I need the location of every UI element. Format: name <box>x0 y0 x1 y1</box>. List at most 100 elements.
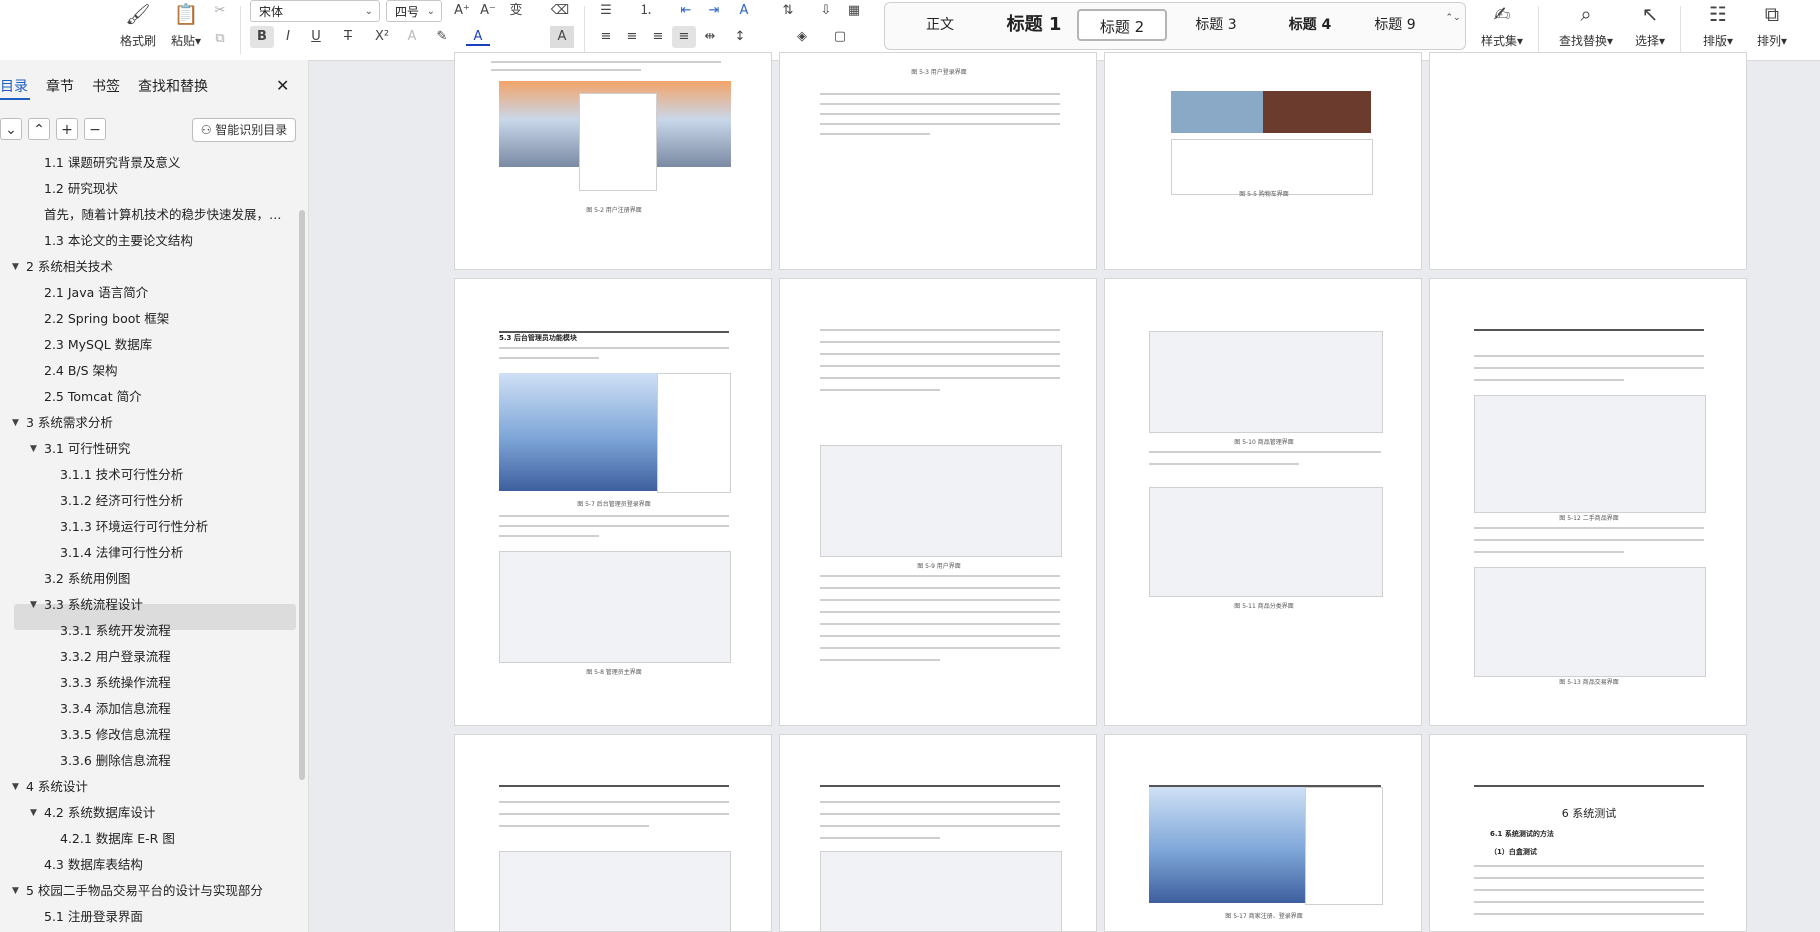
justify-icon[interactable]: ≡ <box>672 26 696 48</box>
toc-item[interactable]: 1.2 研究现状 <box>0 176 294 202</box>
toc-item[interactable]: 3.3.2 用户登录流程 <box>0 644 294 670</box>
toc-item[interactable]: 1.1 课题研究背景及意义 <box>0 150 294 176</box>
decrease-indent-icon[interactable]: ⇤ <box>674 0 698 22</box>
page[interactable]: 图 5-17 商家注册、登录界面 <box>1104 734 1422 932</box>
toc-item[interactable]: 3.1.2 经济可行性分析 <box>0 488 294 514</box>
phonetic-icon[interactable]: 变 <box>504 0 528 22</box>
style-heading-1[interactable]: 标题 1 <box>989 9 1079 41</box>
strikethrough-icon[interactable]: T <box>336 26 360 48</box>
toc-item[interactable]: ▼ 4.2 系统数据库设计 <box>0 800 294 826</box>
cut-icon[interactable]: ✂ <box>208 0 232 22</box>
toc-item[interactable]: 4.3 数据库表结构 <box>0 852 294 878</box>
toc-item[interactable]: 2.3 MySQL 数据库 <box>0 332 294 358</box>
sort-icon[interactable]: ⇅ <box>776 0 800 22</box>
toc-item[interactable]: 1.3 本论文的主要论文结构 <box>0 228 294 254</box>
tab-bookmarks[interactable]: 书签 <box>92 76 120 96</box>
font-name-select[interactable]: 宋体 ⌄ <box>250 0 380 22</box>
toc-item[interactable]: 3.3.6 删除信息流程 <box>0 748 294 774</box>
tab-find-replace[interactable]: 查找和替换 <box>138 76 208 96</box>
page[interactable] <box>779 734 1097 932</box>
toc-item[interactable]: 4.2.1 数据库 E-R 图 <box>0 826 294 852</box>
style-normal[interactable]: 正文 <box>905 9 975 41</box>
tab-toc[interactable]: 目录 <box>0 76 28 96</box>
font-color-icon[interactable]: A <box>466 26 490 46</box>
toc-item[interactable]: ▼ 3.3 系统流程设计 <box>0 592 294 618</box>
toc-item[interactable]: 3.1.3 环境运行可行性分析 <box>0 514 294 540</box>
style-heading-2[interactable]: 标题 2 <box>1077 9 1167 41</box>
expand-triangle-icon[interactable]: ▼ <box>30 800 37 826</box>
text-direction-icon[interactable]: A <box>732 0 756 22</box>
toc-item[interactable]: 5.1 注册登录界面 <box>0 904 294 930</box>
toc-item[interactable]: 2.4 B/S 架构 <box>0 358 294 384</box>
page[interactable]: 图 5-2 用户注册界面 <box>454 52 772 270</box>
collapse-all-button[interactable]: ⌄ <box>0 118 22 140</box>
toc-item[interactable]: 首先，随着计算机技术的稳步快速发展，各类... <box>0 202 294 228</box>
toc-item[interactable]: 3.1.1 技术可行性分析 <box>0 462 294 488</box>
toc-item[interactable]: ▼ 4 系统设计 <box>0 774 294 800</box>
add-item-button[interactable]: + <box>56 118 78 140</box>
toc-item[interactable]: ▼ 3 系统需求分析 <box>0 410 294 436</box>
clear-format-icon[interactable]: ⌫ <box>548 0 572 22</box>
toc-item[interactable]: 3.3.4 添加信息流程 <box>0 696 294 722</box>
toc-item[interactable]: 2.5 Tomcat 简介 <box>0 384 294 410</box>
page[interactable]: 图 5-12 二手商品界面 图 5-13 商品交易界面 <box>1429 278 1747 726</box>
align-center-icon[interactable]: ≡ <box>620 26 644 48</box>
copy-icon[interactable]: ⧉ <box>208 28 232 50</box>
expand-triangle-icon[interactable]: ▼ <box>12 774 19 800</box>
move-up-button[interactable]: ⌃ <box>28 118 50 140</box>
gallery-more-icon[interactable]: ⌃⌄ <box>1441 7 1465 29</box>
shading-icon[interactable]: ◈ <box>790 26 814 48</box>
select-button[interactable]: ↖ 选择▾ <box>1622 2 1678 49</box>
char-shading-icon[interactable]: A <box>550 26 574 48</box>
text-effect-icon[interactable]: A <box>400 26 424 48</box>
toc-item[interactable]: 2.2 Spring boot 框架 <box>0 306 294 332</box>
paste-button[interactable]: 📋 粘贴▾ <box>158 2 214 49</box>
underline-icon[interactable]: U <box>304 26 328 48</box>
layout-button[interactable]: ☷ 排版▾ <box>1690 2 1746 49</box>
page[interactable] <box>454 734 772 932</box>
expand-triangle-icon[interactable]: ▼ <box>12 254 19 280</box>
remove-item-button[interactable]: − <box>84 118 106 140</box>
page[interactable]: 图 5-5 购物车界面 <box>1104 52 1422 270</box>
smart-toc-button[interactable]: ⚇ 智能识别目录 <box>192 118 296 142</box>
page[interactable]: 图 5-3 用户登录界面 <box>779 52 1097 270</box>
align-left-icon[interactable]: ≡ <box>594 26 618 48</box>
font-size-select[interactable]: 四号 ⌄ <box>386 0 442 22</box>
superscript-icon[interactable]: X² <box>370 26 394 48</box>
show-marks-icon[interactable]: ⇩ <box>814 0 838 22</box>
expand-triangle-icon[interactable]: ▼ <box>12 878 19 904</box>
table-icon[interactable]: ▦ <box>842 0 866 22</box>
panel-scrollbar[interactable] <box>299 210 305 780</box>
toc-item[interactable]: 3.2 系统用例图 <box>0 566 294 592</box>
align-right-icon[interactable]: ≡ <box>646 26 670 48</box>
toc-item[interactable]: 3.3.3 系统操作流程 <box>0 670 294 696</box>
expand-triangle-icon[interactable]: ▼ <box>30 592 37 618</box>
bullet-list-icon[interactable]: ☰ <box>594 0 618 22</box>
toc-item[interactable]: ▼ 5 校园二手物品交易平台的设计与实现部分 <box>0 878 294 904</box>
border-icon[interactable]: ▢ <box>828 26 852 48</box>
toc-item[interactable]: 3.3.1 系统开发流程 <box>0 618 294 644</box>
italic-icon[interactable]: I <box>276 26 300 48</box>
grow-font-icon[interactable]: A⁺ <box>450 0 474 22</box>
line-spacing-icon[interactable]: ↕ <box>728 26 752 48</box>
toc-item[interactable]: ▼ 3.1 可行性研究 <box>0 436 294 462</box>
expand-triangle-icon[interactable]: ▼ <box>30 436 37 462</box>
tab-chapters[interactable]: 章节 <box>46 76 74 96</box>
style-heading-4[interactable]: 标题 4 <box>1265 9 1355 41</box>
numbered-list-icon[interactable]: ⒈ <box>634 0 658 22</box>
page[interactable]: 6 系统测试 6.1 系统测试的方法 （1）白盒测试 <box>1429 734 1747 932</box>
distributed-icon[interactable]: ⇹ <box>698 26 722 48</box>
close-icon[interactable]: ✕ <box>276 76 289 95</box>
toc-item[interactable]: 3.3.5 修改信息流程 <box>0 722 294 748</box>
toc-item[interactable]: ▼ 2 系统相关技术 <box>0 254 294 280</box>
toc-item[interactable]: 2.1 Java 语言简介 <box>0 280 294 306</box>
page[interactable]: 图 5-9 用户界面 <box>779 278 1097 726</box>
style-set-button[interactable]: ✍ 样式集▾ <box>1474 2 1530 49</box>
expand-triangle-icon[interactable]: ▼ <box>12 410 19 436</box>
highlight-icon[interactable]: ✎ <box>430 26 454 48</box>
page[interactable]: 5.3 后台管理员功能模块 图 5-7 后台管理员登录界面 图 5-8 管理员主… <box>454 278 772 726</box>
increase-indent-icon[interactable]: ⇥ <box>702 0 726 22</box>
style-heading-9[interactable]: 标题 9 <box>1355 9 1435 41</box>
page[interactable] <box>1429 52 1747 270</box>
toc-item[interactable]: 3.1.4 法律可行性分析 <box>0 540 294 566</box>
